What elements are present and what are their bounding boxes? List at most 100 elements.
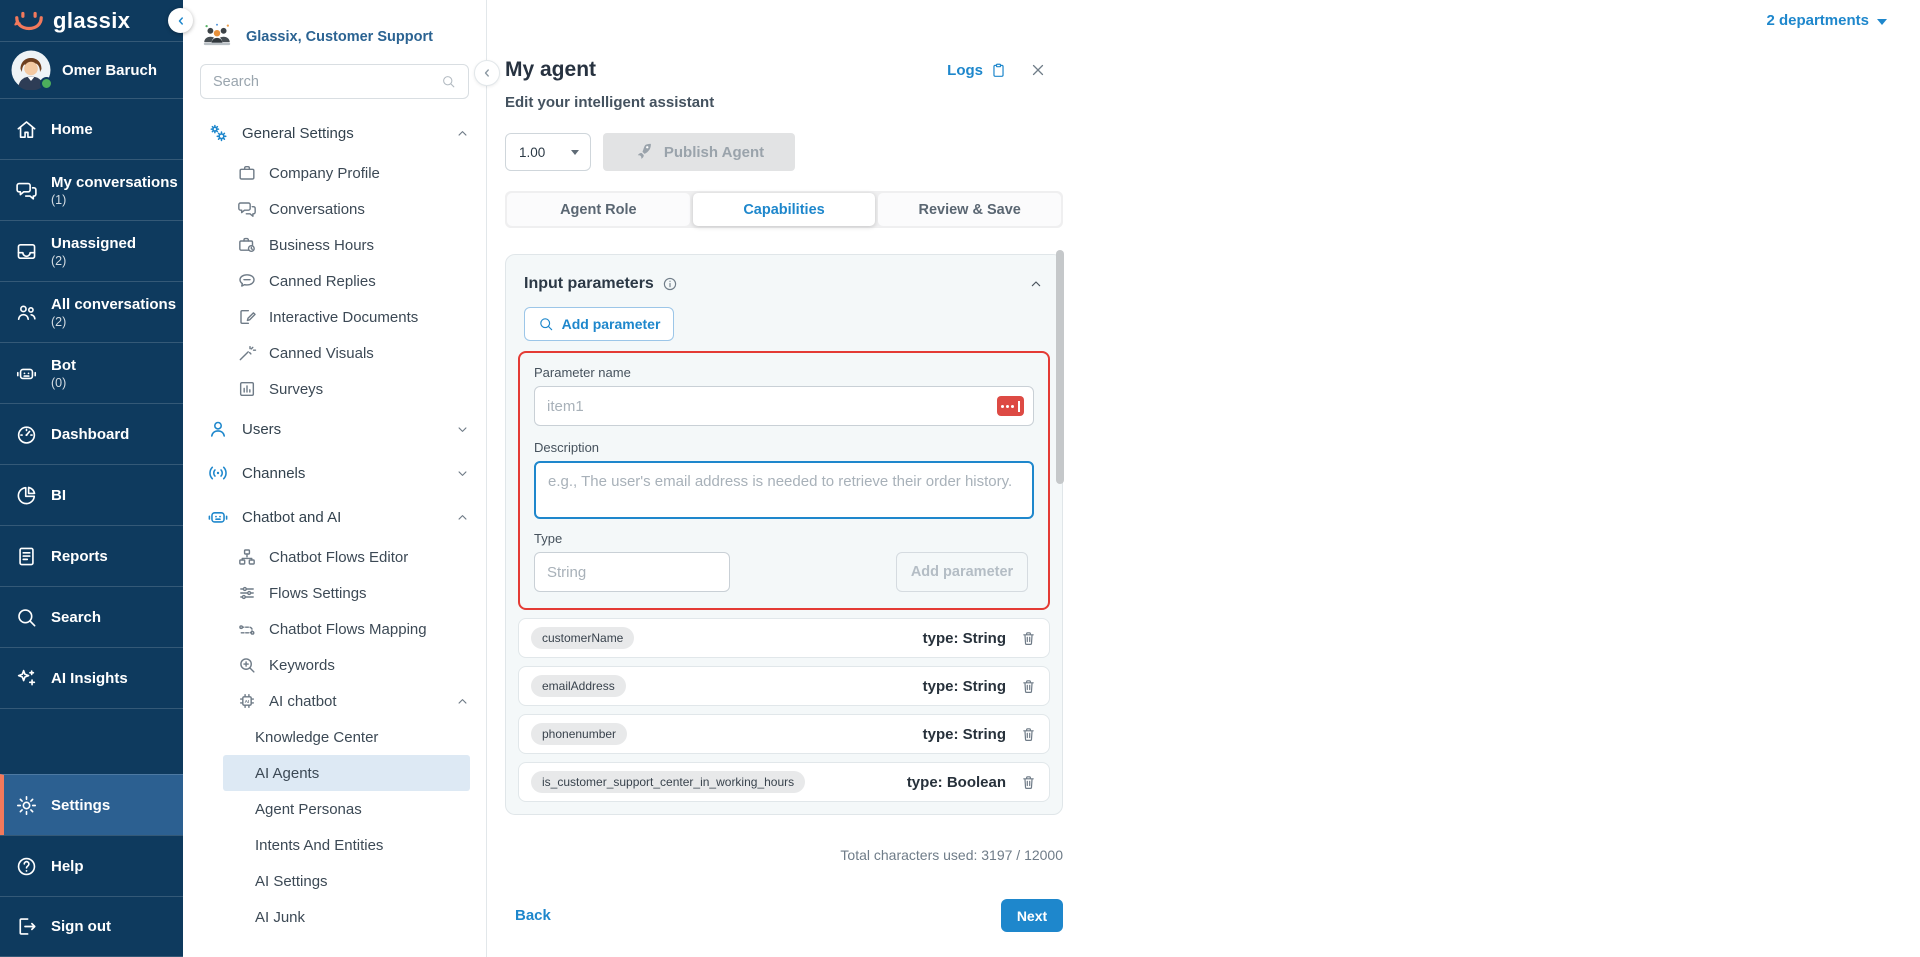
settings-nav-intents-and-entities[interactable]: Intents And Entities [183,827,486,863]
tab-capabilities[interactable]: Capabilities [692,193,876,226]
extension-overlay-badge[interactable] [997,396,1024,416]
settings-nav-keywords[interactable]: Keywords [183,647,486,683]
sidebar-bottom-nav: Settings Help Sign out [0,774,183,957]
settings-nav-label: AI Agents [255,764,320,782]
settings-nav-business-hours[interactable]: Business Hours [183,227,486,263]
info-icon[interactable] [662,276,678,292]
settings-nav-label: Flows Settings [269,584,367,602]
primary-sidebar-collapse-button[interactable] [168,8,193,33]
settings-nav-ai-settings[interactable]: AI Settings [183,863,486,899]
settings-nav-company-profile[interactable]: Company Profile [183,155,486,191]
team-illustration-icon [200,22,234,51]
settings-nav-knowledge-center[interactable]: Knowledge Center [183,719,486,755]
parameter-name-pill: phonenumber [531,723,628,745]
settings-nav-channels[interactable]: Channels [183,451,486,495]
sliders-icon [237,583,257,603]
broadcast-icon [207,462,229,484]
sidebar-item-label: Help [51,857,84,875]
glassix-logo-icon [13,8,45,33]
parameter-row: emailAddress type: String [518,666,1050,706]
close-icon[interactable] [1029,61,1047,79]
version-value: 1.00 [519,144,546,160]
sidebar-item-sign-out[interactable]: Sign out [0,896,183,957]
departments-dropdown[interactable]: 2 departments [1766,12,1887,29]
people-icon [15,301,38,324]
settings-nav-chatbot-flows-editor[interactable]: Chatbot Flows Editor [183,539,486,575]
logs-label: Logs [947,61,983,79]
caret-down-icon [1877,18,1887,25]
settings-search[interactable] [200,64,469,99]
settings-nav-flows-settings[interactable]: Flows Settings [183,575,486,611]
parameter-name-input[interactable] [534,386,1034,426]
sidebar-item-bot[interactable]: Bot (0) [0,342,183,403]
publish-agent-label: Publish Agent [663,143,765,161]
add-parameter-button[interactable]: Add parameter [524,307,674,341]
rocket-icon [634,142,654,162]
sidebar-item-label: BI [51,486,66,504]
settings-nav-agent-personas[interactable]: Agent Personas [183,791,486,827]
next-button[interactable]: Next [1001,899,1063,932]
settings-nav-chatbot-flows-mapping[interactable]: Chatbot Flows Mapping [183,611,486,647]
gears-icon [207,122,229,144]
user-icon [207,418,229,440]
logs-button[interactable]: Logs [947,62,1007,79]
settings-nav-label: Canned Replies [269,272,376,290]
trash-icon[interactable] [1020,678,1037,695]
parameter-row: is_customer_support_center_in_working_ho… [518,762,1050,802]
sidebar-item-search[interactable]: Search [0,586,183,647]
settings-nav-users[interactable]: Users [183,407,486,451]
settings-nav-label: Chatbot Flows Mapping [269,620,427,638]
report-icon [15,545,38,568]
chevron-up-icon[interactable] [1028,276,1044,292]
settings-nav-conversations[interactable]: Conversations [183,191,486,227]
sidebar-item-bi[interactable]: BI [0,464,183,525]
settings-search-input[interactable] [213,73,441,90]
settings-nav-ai-junk[interactable]: AI Junk [183,899,486,935]
settings-nav-interactive-documents[interactable]: Interactive Documents [183,299,486,335]
parameter-name-pill: emailAddress [531,675,626,697]
tab-agent-role[interactable]: Agent Role [507,193,690,226]
sidebar-item-help[interactable]: Help [0,835,183,896]
trash-icon[interactable] [1020,726,1037,743]
parameter-type: type: Boolean [906,773,1006,791]
settings-nav-label: Intents And Entities [255,836,384,854]
back-button[interactable]: Back [515,907,551,924]
sidebar-item-home[interactable]: Home [0,98,183,159]
settings-sidebar-collapse-button[interactable] [474,60,500,86]
parameter-type: type: String [922,677,1006,695]
settings-nav-canned-visuals[interactable]: Canned Visuals [183,335,486,371]
settings-nav-surveys[interactable]: Surveys [183,371,486,407]
sidebar-item-unassigned[interactable]: Unassigned (2) [0,220,183,281]
publish-agent-button[interactable]: Publish Agent [603,133,795,171]
panel-scrollbar[interactable] [1056,250,1064,484]
chevron-down-icon [455,466,470,481]
tab-review-save[interactable]: Review & Save [878,193,1062,226]
sidebar-item-count: (0) [51,375,67,390]
settings-nav-general-settings[interactable]: General Settings [183,111,486,155]
chat-icon [237,199,257,219]
trash-icon[interactable] [1020,774,1037,791]
online-status-dot [40,77,53,90]
user-profile[interactable]: Omer Baruch [0,41,183,98]
version-select[interactable]: 1.00 [505,133,591,171]
add-parameter-submit-button[interactable]: Add parameter [896,552,1028,592]
sidebar-item-dashboard[interactable]: Dashboard [0,403,183,464]
team-header[interactable]: Glassix, Customer Support [183,14,486,62]
sidebar-item-label: AI Insights [51,669,128,687]
chart-icon [237,379,257,399]
sidebar-item-label: Reports [51,547,108,565]
trash-icon[interactable] [1020,630,1037,647]
sidebar-item-ai-insights[interactable]: AI Insights [0,647,183,708]
settings-nav-ai-agents[interactable]: AI Agents [223,755,470,791]
sidebar-item-my-conversations[interactable]: My conversations (1) [0,159,183,220]
sidebar-item-reports[interactable]: Reports [0,525,183,586]
briefcase-icon [237,163,257,183]
settings-nav-chatbot-and-ai[interactable]: Chatbot and AI [183,495,486,539]
settings-nav-label: Users [242,420,282,438]
sidebar-item-all-conversations[interactable]: All conversations (2) [0,281,183,342]
sidebar-item-settings[interactable]: Settings [0,774,183,835]
description-textarea[interactable] [534,461,1034,519]
type-select[interactable] [534,552,730,592]
settings-nav-canned-replies[interactable]: Canned Replies [183,263,486,299]
settings-nav-ai-chatbot[interactable]: AI AI chatbot [183,683,486,719]
